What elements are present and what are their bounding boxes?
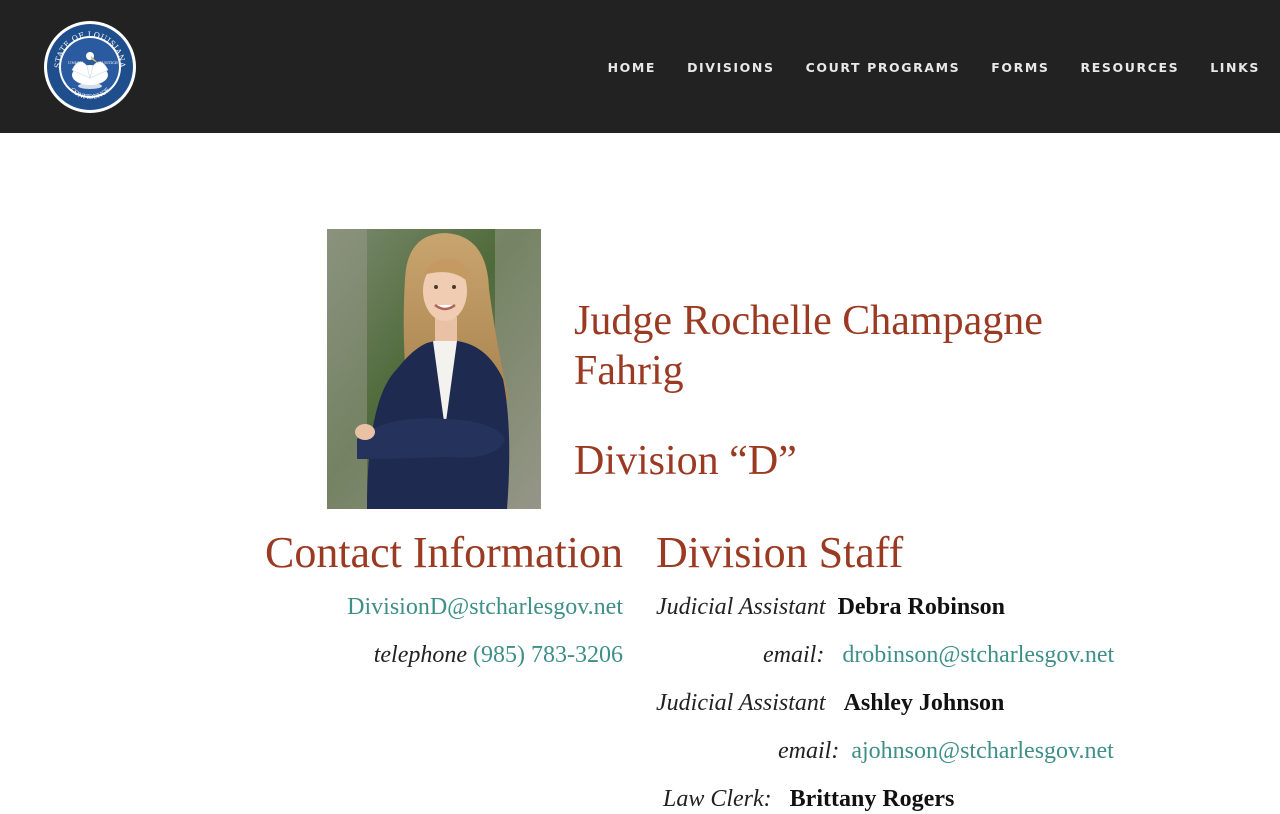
- division-staff-heading: Division Staff: [656, 528, 904, 577]
- contact-email-link[interactable]: DivisionD@stcharlesgov.net: [347, 594, 623, 620]
- nav-home[interactable]: HOME: [608, 60, 656, 75]
- judge-name-heading: Judge Rochelle Champagne Fahrig: [574, 298, 1043, 394]
- seal-motto-left: UNION: [68, 60, 84, 65]
- nav-divisions[interactable]: DIVISIONS: [687, 60, 775, 75]
- main-nav: HOME DIVISIONS COURT PROGRAMS FORMS RESO…: [577, 59, 1260, 75]
- staff-row: Judicial Assistant Debra Robinson: [656, 592, 1005, 622]
- contact-info-heading: Contact Information: [264, 528, 623, 577]
- nav-resources[interactable]: RESOURCES: [1081, 60, 1180, 75]
- contact-phone-row: telephone (985) 783-3206: [374, 640, 623, 670]
- staff-email-label: email:: [763, 642, 825, 668]
- nav-links[interactable]: LINKS: [1210, 60, 1260, 75]
- staff-row: Law Clerk: Brittany Rogers: [663, 784, 954, 814]
- staff-email-link[interactable]: drobinson@stcharlesgov.net: [842, 642, 1114, 668]
- staff-name: Ashley Johnson: [843, 690, 1005, 716]
- staff-email-label: email:: [778, 738, 840, 764]
- judge-portrait-photo: [327, 229, 541, 509]
- staff-row: Judicial Assistant Ashley Johnson: [656, 688, 1004, 718]
- staff-email-row: email: drobinson@stcharlesgov.net: [763, 640, 1114, 670]
- contact-email-row: DivisionD@stcharlesgov.net: [347, 592, 623, 622]
- staff-name: Debra Robinson: [837, 594, 1005, 620]
- staff-email-row: email: ajohnson@stcharlesgov.net: [778, 736, 1114, 766]
- division-heading: Division “D”: [574, 438, 797, 484]
- staff-email-link[interactable]: ajohnson@stcharlesgov.net: [851, 738, 1114, 764]
- site-header: STATE OF LOUISIANA CONFIDENCE UNION JUST…: [0, 0, 1280, 133]
- staff-name: Brittany Rogers: [789, 786, 955, 812]
- nav-forms[interactable]: FORMS: [991, 60, 1049, 75]
- staff-role: Law Clerk:: [663, 786, 772, 812]
- seal-motto-right: JUSTICE: [99, 60, 118, 65]
- contact-phone-link[interactable]: (985) 783-3206: [473, 642, 623, 668]
- staff-role: Judicial Assistant: [656, 594, 826, 620]
- telephone-label: telephone: [373, 642, 468, 668]
- nav-court-programs[interactable]: COURT PROGRAMS: [806, 60, 961, 75]
- louisiana-seal-logo[interactable]: STATE OF LOUISIANA CONFIDENCE UNION JUST…: [43, 20, 137, 114]
- staff-role: Judicial Assistant: [656, 690, 826, 716]
